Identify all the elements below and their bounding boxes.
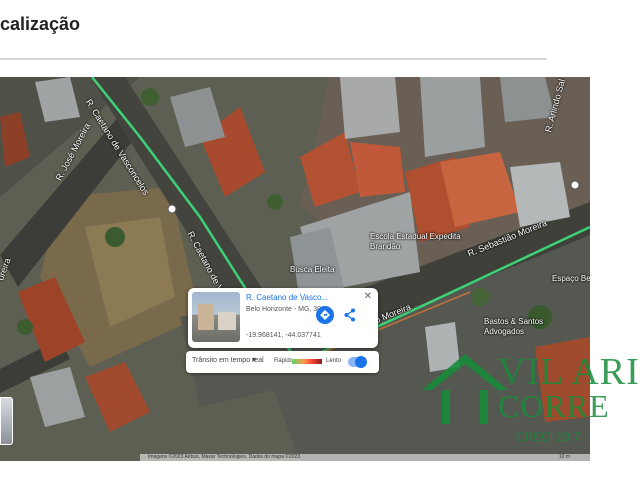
section-title: calização [0,14,81,34]
place-coordinates: -19.968141, -44.037741 [246,332,321,339]
traffic-toggle[interactable] [348,356,367,368]
place-city: Belo Horizonte - MG, 30... [246,306,327,313]
poi-label-bastos-santos[interactable]: Bastos & Santos Advogados [484,317,543,337]
watermark-line-2: CORRE [498,388,610,424]
watermark-creci: CRECI 23.7 [516,430,581,444]
directions-icon[interactable] [316,306,334,324]
poi-label-espaco[interactable]: Espaço Be [552,274,590,284]
share-icon[interactable] [344,308,356,327]
chevron-down-icon[interactable]: ▾ [252,355,256,364]
street-view-preview[interactable] [192,292,240,342]
house-logo-icon [422,354,508,424]
place-info-card[interactable]: R. Caetano de Vasco... Belo Horizonte - … [188,288,378,348]
traffic-color-scale [292,359,322,364]
map-attribution: Imagens ©2023 Airbus, Maxar Technologies… [148,454,301,460]
traffic-slow-label: Lento [326,358,342,364]
section-divider [0,58,547,60]
poi-label-busca-eleita[interactable]: Busca Eleita [290,265,334,275]
close-icon[interactable]: ✕ [364,291,372,302]
poi-label-escola[interactable]: Escola Estadual Expedita Brandão [370,232,461,252]
street-view-thumbnail[interactable] [0,397,13,445]
traffic-fast-label: Rápido [274,358,294,364]
broker-watermark: VIL ARI CORRE CRECI 23.7 [420,348,640,458]
traffic-legend[interactable]: Trânsito em tempo real ▾ Rápido Lento [186,351,379,373]
place-title[interactable]: R. Caetano de Vasco... [246,293,328,302]
